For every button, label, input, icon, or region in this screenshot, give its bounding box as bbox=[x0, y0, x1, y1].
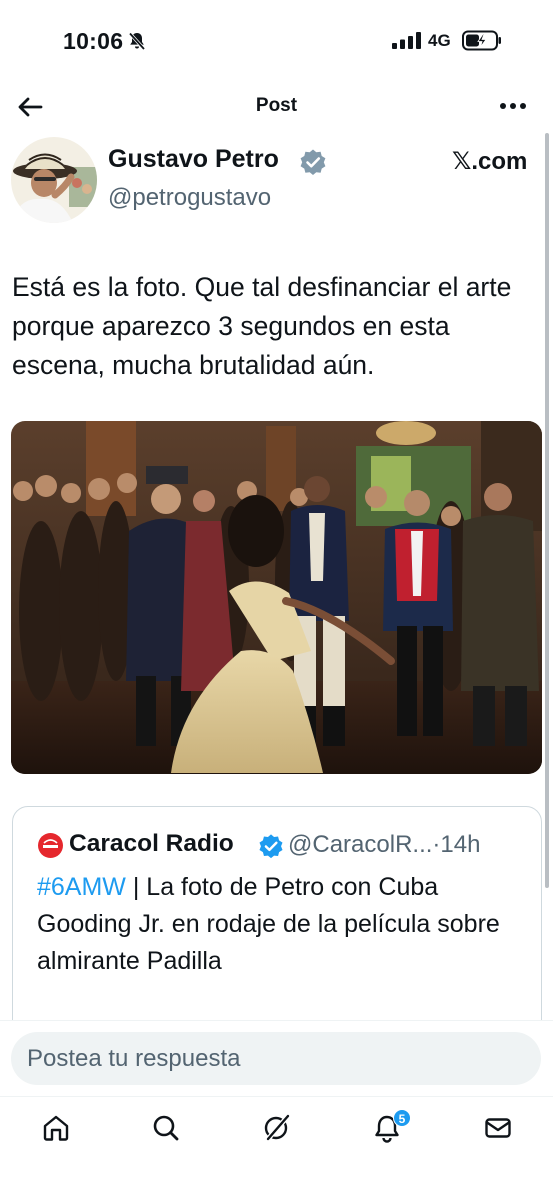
verified-badge-icon bbox=[300, 149, 326, 175]
bell-off-icon bbox=[128, 32, 146, 51]
hashtag-link[interactable]: #6AMW bbox=[37, 873, 126, 901]
status-bar: 10:06 4G bbox=[0, 0, 553, 80]
signal-icon bbox=[392, 32, 421, 49]
reply-input[interactable]: Postea tu respuesta bbox=[11, 1032, 541, 1085]
scrollbar[interactable] bbox=[545, 133, 549, 888]
status-time: 10:06 bbox=[63, 28, 124, 54]
grok-icon[interactable] bbox=[262, 1113, 292, 1143]
quoted-author-name: Caracol Radio bbox=[69, 830, 234, 857]
notifications-badge: 5 bbox=[393, 1109, 411, 1127]
avatar-image bbox=[11, 137, 97, 223]
author-avatar[interactable] bbox=[11, 137, 97, 223]
quoted-post-time: ·14h bbox=[432, 831, 481, 858]
reply-bar: Postea tu respuesta bbox=[0, 1020, 553, 1096]
network-label: 4G bbox=[428, 31, 451, 50]
page-title: Post bbox=[255, 95, 298, 116]
post-text: Está es la foto. Que tal desfinanciar el… bbox=[12, 272, 512, 380]
author-name[interactable]: Gustavo Petro bbox=[108, 145, 279, 174]
post-page: 10:06 4G Post Gustavo Petro @petrogustav… bbox=[0, 0, 553, 1200]
reply-placeholder: Postea tu respuesta bbox=[27, 1045, 241, 1072]
more-options-icon[interactable] bbox=[496, 91, 530, 121]
scene-image bbox=[11, 421, 542, 774]
quoted-author-handle: @CaracolR...·14h bbox=[288, 831, 480, 859]
bottom-nav: 5 bbox=[0, 1096, 553, 1200]
author-handle[interactable]: @petrogustavo bbox=[108, 184, 271, 212]
caracol-logo-icon bbox=[38, 833, 63, 858]
search-icon[interactable] bbox=[151, 1113, 181, 1143]
quoted-post-text: #6AMW | La foto de Petro con Cuba Goodin… bbox=[37, 869, 517, 980]
quoted-handle-text: @CaracolR... bbox=[288, 831, 433, 858]
source-label[interactable]: 𝕏.com bbox=[452, 147, 527, 176]
home-icon[interactable] bbox=[41, 1113, 71, 1143]
messages-icon[interactable] bbox=[483, 1113, 513, 1143]
top-header: Post bbox=[0, 80, 553, 134]
post-photo[interactable] bbox=[11, 421, 542, 774]
battery-icon bbox=[462, 30, 501, 51]
verified-badge-icon bbox=[259, 834, 283, 859]
